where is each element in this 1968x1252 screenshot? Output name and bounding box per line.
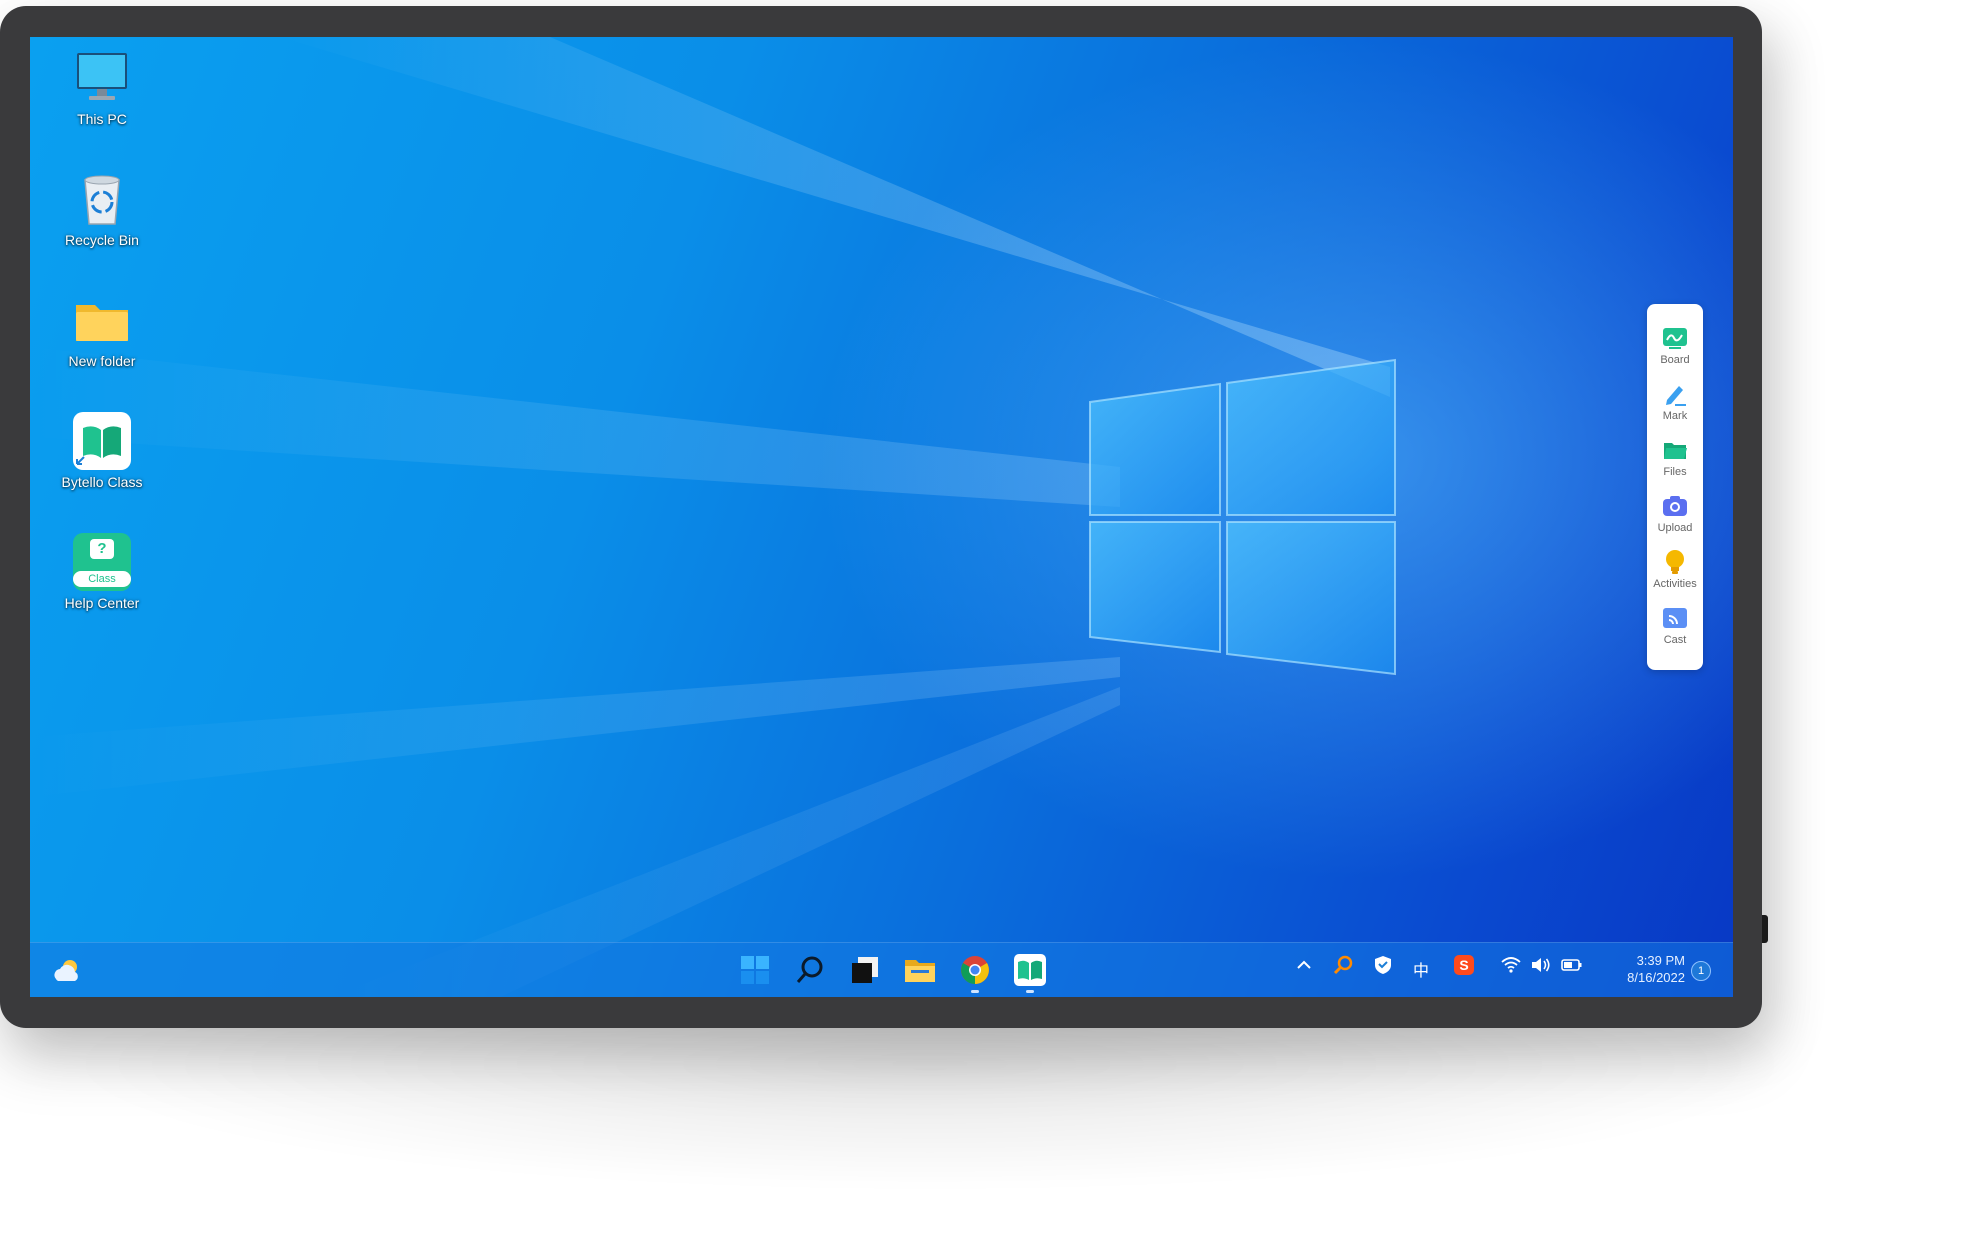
bulb-icon [1661, 548, 1689, 576]
power-button [1762, 915, 1768, 943]
desktop-icon-label: Recycle Bin [65, 232, 139, 248]
this-pc-icon [73, 49, 131, 107]
start-icon[interactable] [738, 953, 772, 987]
volume-icon[interactable] [1530, 955, 1552, 978]
toolbar-cast[interactable]: Cast [1647, 604, 1703, 646]
weather-icon[interactable] [50, 953, 84, 987]
desktop-icon-new-folder[interactable]: New folder [47, 291, 157, 369]
desktop-icon-recycle-bin[interactable]: Recycle Bin [47, 170, 157, 248]
clock-date: 8/16/2022 [1627, 970, 1685, 985]
chrome-icon[interactable] [958, 953, 992, 993]
desktop-icon-label: This PC [77, 111, 127, 127]
bytello-side-toolbar: Board Mark Files Upload Activities Cast [1647, 304, 1703, 670]
toolbar-label: Cast [1663, 634, 1687, 646]
camera-icon [1661, 492, 1689, 520]
toolbar-label: Mark [1662, 410, 1688, 422]
running-indicator [1026, 990, 1034, 993]
desktop-icon-label: Help Center [64, 595, 140, 611]
search-tray-icon[interactable] [1332, 954, 1354, 979]
clock[interactable]: 3:39 PM 8/16/2022 [1615, 952, 1685, 986]
board-icon [1661, 324, 1689, 352]
help-center-icon: ? Class [73, 533, 131, 591]
toolbar-label: Files [1663, 466, 1687, 478]
sogou-icon[interactable]: S [1453, 954, 1475, 979]
task-view-icon[interactable] [848, 953, 882, 987]
files-icon [1661, 436, 1689, 464]
file-explorer-icon[interactable] [903, 953, 937, 987]
device-shadow [60, 1010, 1800, 1190]
svg-text:S: S [1459, 957, 1468, 973]
toolbar-mark[interactable]: Mark [1647, 380, 1703, 422]
toolbar-files[interactable]: Files [1647, 436, 1703, 478]
clock-time: 3:39 PM [1636, 953, 1685, 968]
toolbar-label: Board [1660, 354, 1690, 366]
toolbar-label: Activities [1653, 578, 1697, 590]
wifi-icon[interactable] [1500, 955, 1522, 978]
desktop-screen: This PC Recycle Bin New folder Bytello C… [30, 37, 1733, 997]
bytello-class-taskbar-icon[interactable] [1013, 953, 1047, 993]
help-center-badge: Class [73, 571, 131, 587]
battery-icon[interactable] [1561, 956, 1583, 977]
desktop-icon-this-pc[interactable]: This PC [47, 49, 157, 127]
taskbar: 中 S 3:39 PM 8/16/2022 1 [30, 942, 1733, 997]
desktop-icon-label: Bytello Class [61, 474, 143, 490]
running-indicator [971, 990, 979, 993]
wallpaper [30, 37, 1396, 997]
cast-icon [1661, 604, 1689, 632]
desktop-icon-label: New folder [68, 353, 136, 369]
bytello-class-icon [73, 412, 131, 470]
folder-icon [73, 291, 131, 349]
shield-icon[interactable] [1372, 954, 1394, 979]
pen-icon [1661, 380, 1689, 408]
chevron-up-icon[interactable] [1294, 955, 1314, 978]
desktop-icon-bytello-class[interactable]: Bytello Class [47, 412, 157, 490]
ime-indicator[interactable]: 中 [1413, 957, 1429, 981]
desktop-icon-help-center[interactable]: ? Class Help Center [47, 533, 157, 611]
toolbar-activities[interactable]: Activities [1647, 548, 1703, 590]
toolbar-board[interactable]: Board [1647, 324, 1703, 366]
search-icon[interactable] [793, 953, 827, 987]
toolbar-label: Upload [1657, 522, 1693, 534]
help-question-mark: ? [90, 539, 114, 559]
toolbar-upload[interactable]: Upload [1647, 492, 1703, 534]
notification-badge[interactable]: 1 [1691, 961, 1711, 981]
recycle-bin-icon [73, 170, 131, 228]
